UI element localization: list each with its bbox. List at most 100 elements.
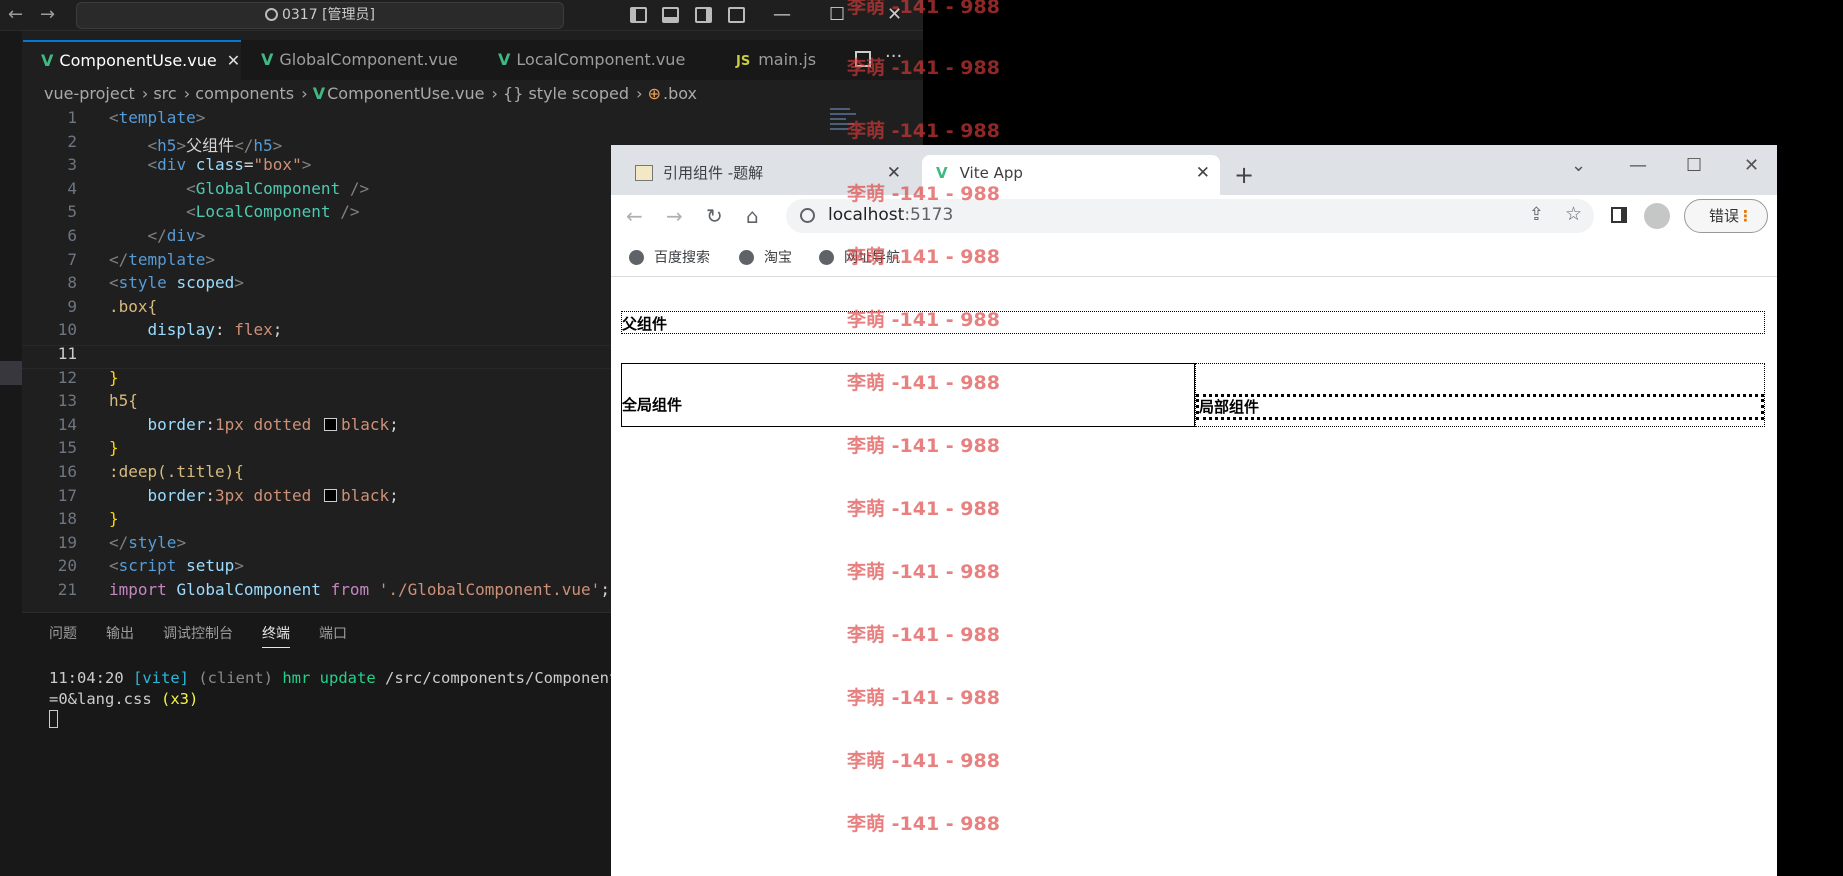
bookmark-nav[interactable]: 网址导航 (819, 247, 900, 267)
bookmarks-bar: 百度搜索 淘宝 网址导航 (611, 237, 1777, 277)
close-tab-icon[interactable]: ✕ (887, 155, 901, 191)
toggle-secondary-sidebar-icon[interactable] (695, 7, 712, 23)
browser-tab-vite[interactable]: V Vite App ✕ (922, 155, 1220, 195)
title-bar: ← → 0317 [管理员] — ☐ ✕ (0, 0, 923, 31)
vue-icon: V (312, 84, 326, 103)
breadcrumb-item[interactable]: .box (663, 84, 697, 103)
close-button[interactable]: ✕ (887, 4, 902, 25)
bookmark-baidu[interactable]: 百度搜索 (629, 247, 710, 267)
breadcrumb-item[interactable]: vue-project (44, 84, 135, 103)
tab-debug-console[interactable]: 调试控制台 (163, 623, 233, 643)
tab-label: LocalComponent.vue (516, 50, 686, 69)
local-component-title: 局部组件 (1196, 394, 1764, 420)
line-number: 20 (57, 556, 77, 576)
toggle-sidebar-icon[interactable] (630, 7, 647, 23)
vue-icon: V (498, 50, 511, 69)
bookmark-taobao[interactable]: 淘宝 (739, 247, 792, 267)
code-line: <GlobalComponent /> (186, 178, 370, 198)
code-line: .box{ (109, 296, 158, 316)
component-box: 全局组件 局部组件 (621, 363, 1765, 427)
browser-toolbar: ← → ↻ ⌂ localhost:5173 ⇪ ☆ 错误 ⋮ (611, 195, 1777, 237)
tab-search-icon[interactable]: ⌄ (1571, 155, 1586, 176)
code-line: <div class="box"> (147, 155, 312, 175)
new-tab-button[interactable]: + (1234, 161, 1254, 189)
breadcrumb-item[interactable]: components (195, 84, 294, 103)
close-icon[interactable]: ✕ (227, 51, 240, 70)
tab-localcomponent[interactable]: V LocalComponent.vue (480, 40, 716, 80)
tab-problems[interactable]: 问题 (49, 623, 77, 643)
menu-dots-icon[interactable]: ⋮ (1738, 200, 1753, 232)
tab-globalcomponent[interactable]: V GlobalComponent.vue (243, 40, 479, 80)
globe-icon (739, 250, 754, 265)
activity-highlight (0, 361, 22, 385)
breadcrumb: vue-project › src › components › V Compon… (44, 84, 697, 103)
address-bar[interactable]: localhost:5173 ⇪ ☆ (786, 199, 1594, 233)
line-number: 21 (57, 580, 77, 599)
home-icon[interactable]: ⌂ (746, 204, 759, 228)
terminal-output[interactable]: 11:04:20 [vite] (client) hmr update /src… (49, 668, 637, 731)
line-number: 5 (67, 202, 77, 222)
line-number: 14 (57, 414, 77, 434)
toggle-panel-icon[interactable] (662, 7, 679, 23)
minimize-button[interactable]: — (773, 4, 791, 25)
search-icon (264, 8, 278, 21)
line-number: 13 (57, 391, 77, 411)
minimize-button[interactable]: — (1629, 155, 1647, 176)
customize-layout-icon[interactable] (728, 7, 745, 23)
bookmark-star-icon[interactable]: ☆ (1565, 203, 1582, 225)
code-line: <style scoped> (109, 273, 244, 293)
browser-tab-tijie[interactable]: 引用组件 -题解 ✕ (621, 155, 911, 195)
code-line: } (109, 367, 119, 387)
minimap[interactable] (830, 108, 860, 148)
line-number: 11 (57, 344, 77, 363)
site-info-icon[interactable] (800, 208, 815, 223)
breadcrumb-item[interactable]: {} style scoped (503, 84, 629, 103)
code-line: <template> (109, 108, 206, 127)
side-panel-icon[interactable] (1611, 207, 1627, 223)
split-editor-icon[interactable] (855, 51, 871, 67)
color-swatch[interactable] (323, 417, 337, 431)
maximize-button[interactable]: ☐ (1686, 155, 1702, 176)
line-number: 16 (57, 462, 77, 481)
tab-mainjs[interactable]: JS main.js (718, 40, 838, 80)
activity-bar (0, 31, 22, 876)
close-tab-icon[interactable]: ✕ (1196, 155, 1210, 191)
line-number: 7 (67, 249, 77, 269)
code-line: border:1px dotted black; (147, 414, 399, 434)
page-content: 父组件 全局组件 局部组件 (611, 278, 1777, 876)
back-arrow-icon[interactable]: ← (8, 4, 23, 25)
browser-tab-label: 引用组件 -题解 (663, 164, 764, 182)
line-number: 10 (57, 320, 77, 340)
code-line: </style> (109, 532, 187, 552)
profile-avatar-icon[interactable] (1644, 203, 1670, 229)
forward-arrow-icon[interactable]: → (666, 204, 683, 228)
breadcrumb-item[interactable]: ComponentUse.vue (327, 84, 484, 103)
global-component: 全局组件 (621, 363, 1195, 427)
code-line: } (109, 509, 119, 529)
tab-componentuse[interactable]: V ComponentUse.vue ✕ (23, 40, 241, 80)
back-arrow-icon[interactable]: ← (626, 204, 643, 228)
error-button[interactable]: 错误 ⋮ (1684, 199, 1768, 233)
line-number: 2 (67, 131, 77, 151)
tab-ports[interactable]: 端口 (319, 623, 347, 643)
tab-terminal[interactable]: 终端 (262, 623, 290, 648)
tab-output[interactable]: 输出 (106, 623, 134, 643)
close-button[interactable]: ✕ (1744, 155, 1759, 176)
url-text: localhost:5173 (828, 205, 954, 225)
forward-arrow-icon[interactable]: → (40, 4, 55, 25)
command-center[interactable]: 0317 [管理员] (76, 2, 564, 29)
vue-icon: V (936, 164, 948, 182)
maximize-button[interactable]: ☐ (829, 4, 845, 25)
more-actions-icon[interactable]: ··· (885, 46, 902, 67)
color-swatch[interactable] (323, 488, 337, 502)
globe-icon (819, 250, 834, 265)
terminal-cursor (49, 710, 58, 728)
symbol-icon: ⊕ (647, 84, 661, 103)
editor-tab-bar: V ComponentUse.vue ✕ V GlobalComponent.vue … (23, 40, 923, 80)
code-line: <script setup> (109, 556, 244, 576)
reload-icon[interactable]: ↻ (706, 204, 723, 228)
share-icon[interactable]: ⇪ (1529, 204, 1544, 225)
code-line: border:3px dotted black; (147, 485, 399, 505)
tab-label: main.js (758, 50, 817, 69)
breadcrumb-item[interactable]: src (153, 84, 176, 103)
